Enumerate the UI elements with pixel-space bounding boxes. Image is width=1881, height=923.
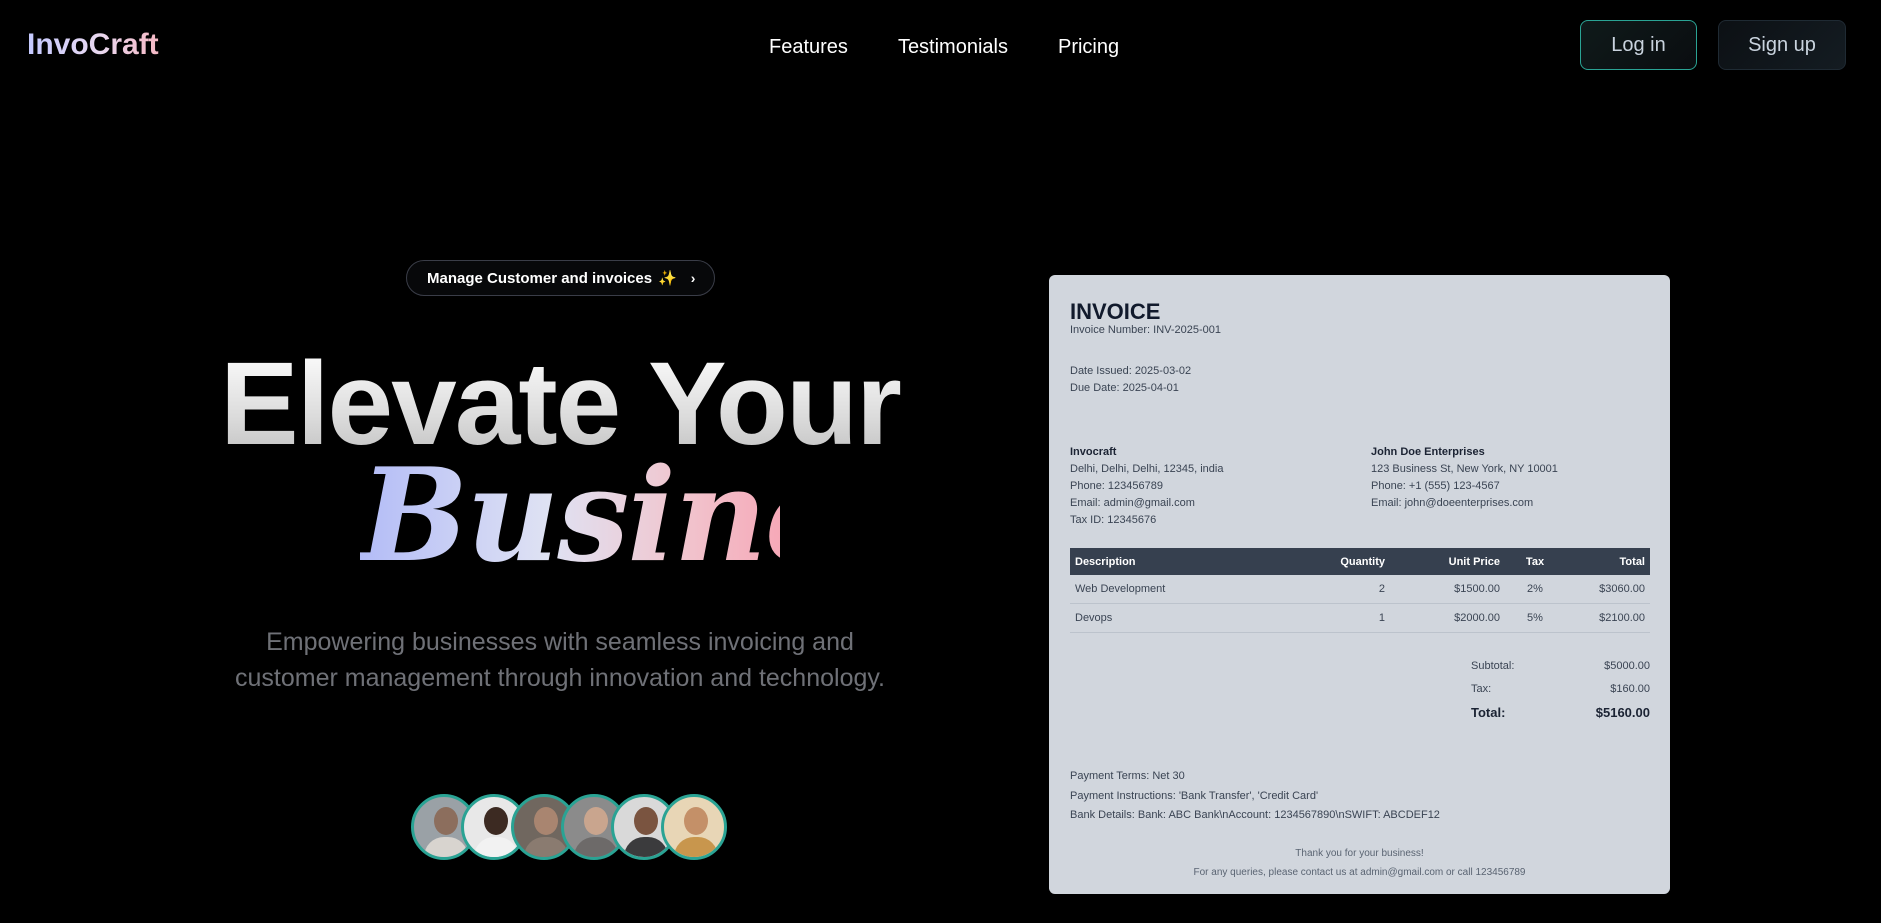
subtotal-label: Subtotal: xyxy=(1471,660,1515,672)
date-issued: Date Issued: 2025-03-02 xyxy=(1070,365,1192,377)
tax-label: Tax: xyxy=(1471,683,1492,695)
invoice-number: Invoice Number: INV-2025-001 xyxy=(1070,324,1222,336)
avatar-head xyxy=(434,807,458,835)
avatar-head xyxy=(584,807,608,835)
subtotal-row: Subtotal: $5000.00 xyxy=(1471,655,1650,678)
subtotal-value: $5000.00 xyxy=(1604,660,1650,672)
cell-unit-price: $2000.00 xyxy=(1390,603,1505,633)
avatar-body xyxy=(574,837,618,857)
pill-label: Manage Customer and invoices xyxy=(427,269,653,287)
table-row: Devops 1 $2000.00 5% $2100.00 xyxy=(1070,603,1650,633)
from-tax-id: Tax ID: 12345676 xyxy=(1070,514,1157,526)
avatar-head xyxy=(534,807,558,835)
table-row: Web Development 2 $1500.00 2% $3060.00 xyxy=(1070,575,1650,604)
to-address: 123 Business St, New York, NY 10001 xyxy=(1371,463,1558,475)
avatar-body xyxy=(674,837,718,857)
invoice-footer: Thank you for your business! For any que… xyxy=(1049,844,1670,882)
invoice-dates: Date Issued: 2025-03-02 Due Date: 2025-0… xyxy=(1070,363,1191,397)
to-name: John Doe Enterprises xyxy=(1371,446,1485,458)
due-date: Due Date: 2025-04-01 xyxy=(1070,382,1179,394)
top-nav: InvoCraft Features Testimonials Pricing … xyxy=(0,0,1881,96)
brand-logo[interactable]: InvoCraft xyxy=(27,28,159,62)
chevron-right-icon: › xyxy=(690,270,696,286)
payment-terms: Payment Terms: Net 30 xyxy=(1070,770,1185,782)
cell-description: Web Development xyxy=(1070,575,1330,604)
avatar-body xyxy=(424,837,468,857)
col-description: Description xyxy=(1070,548,1330,575)
tax-row: Tax: $160.00 xyxy=(1471,678,1650,701)
table-header-row: Description Quantity Unit Price Tax Tota… xyxy=(1070,548,1650,575)
tax-value: $160.00 xyxy=(1610,683,1650,695)
invoice-to: John Doe Enterprises 123 Business St, Ne… xyxy=(1371,444,1558,512)
invoice-from: Invocraft Delhi, Delhi, Delhi, 12345, in… xyxy=(1070,444,1223,529)
cell-total: $2100.00 xyxy=(1565,603,1650,633)
invoice-items-table: Description Quantity Unit Price Tax Tota… xyxy=(1070,548,1650,633)
col-quantity: Quantity xyxy=(1330,548,1390,575)
avatar-head xyxy=(634,807,658,835)
to-phone: Phone: +1 (555) 123-4567 xyxy=(1371,480,1500,492)
cell-tax: 2% xyxy=(1505,575,1565,604)
from-name: Invocraft xyxy=(1070,446,1117,458)
nav-links: Features Testimonials Pricing xyxy=(769,36,1119,59)
cell-total: $3060.00 xyxy=(1565,575,1650,604)
total-label: Total: xyxy=(1471,705,1506,720)
nav-link-features[interactable]: Features xyxy=(769,36,848,59)
cell-quantity: 2 xyxy=(1330,575,1390,604)
to-email: Email: john@doeenterprises.com xyxy=(1371,497,1534,509)
payment-notes: Payment Terms: Net 30 Payment Instructio… xyxy=(1070,767,1440,826)
signup-button[interactable]: Sign up xyxy=(1718,20,1846,70)
invoice-title: INVOICE xyxy=(1070,299,1161,324)
avatar-head xyxy=(484,807,508,835)
avatar xyxy=(661,794,727,860)
hero-title-accent: Business xyxy=(360,441,987,591)
cell-quantity: 1 xyxy=(1330,603,1390,633)
from-phone: Phone: 123456789 xyxy=(1070,480,1163,492)
hero-subtitle: Empowering businesses with seamless invo… xyxy=(180,624,940,696)
from-address: Delhi, Delhi, Delhi, 12345, india xyxy=(1070,463,1224,475)
avatar-body xyxy=(624,837,668,857)
nav-link-pricing[interactable]: Pricing xyxy=(1058,36,1119,59)
hero-subtitle-line-2: customer management through innovation a… xyxy=(235,664,885,692)
manage-customers-pill[interactable]: Manage Customer and invoices ✨ › xyxy=(406,260,715,296)
invoice-totals: Subtotal: $5000.00 Tax: $160.00 Total: $… xyxy=(1471,655,1650,724)
col-tax: Tax xyxy=(1505,548,1565,575)
hero-subtitle-line-1: Empowering businesses with seamless invo… xyxy=(266,628,854,656)
bank-details: Bank Details: Bank: ABC Bank\nAccount: 1… xyxy=(1070,809,1440,821)
col-unit-price: Unit Price xyxy=(1390,548,1505,575)
cell-unit-price: $1500.00 xyxy=(1390,575,1505,604)
col-total: Total xyxy=(1565,548,1650,575)
contact-note: For any queries, please contact us at ad… xyxy=(1193,867,1526,878)
total-value: $5160.00 xyxy=(1595,705,1650,720)
payment-instructions: Payment Instructions: 'Bank Transfer', '… xyxy=(1070,789,1319,802)
cell-tax: 5% xyxy=(1505,603,1565,633)
thank-you-note: Thank you for your business! xyxy=(1295,848,1424,859)
avatar-body xyxy=(524,837,568,857)
login-button[interactable]: Log in xyxy=(1580,20,1697,70)
sparkles-icon: ✨ xyxy=(658,270,677,287)
invoice-preview: INVOICE Invoice Number: INV-2025-001 Dat… xyxy=(1049,275,1670,894)
avatar-head xyxy=(684,807,708,835)
from-email: Email: admin@gmail.com xyxy=(1070,497,1195,509)
cell-description: Devops xyxy=(1070,603,1330,633)
total-row: Total: $5160.00 xyxy=(1471,701,1650,724)
nav-link-testimonials[interactable]: Testimonials xyxy=(898,36,1008,59)
avatar-body xyxy=(474,837,518,857)
